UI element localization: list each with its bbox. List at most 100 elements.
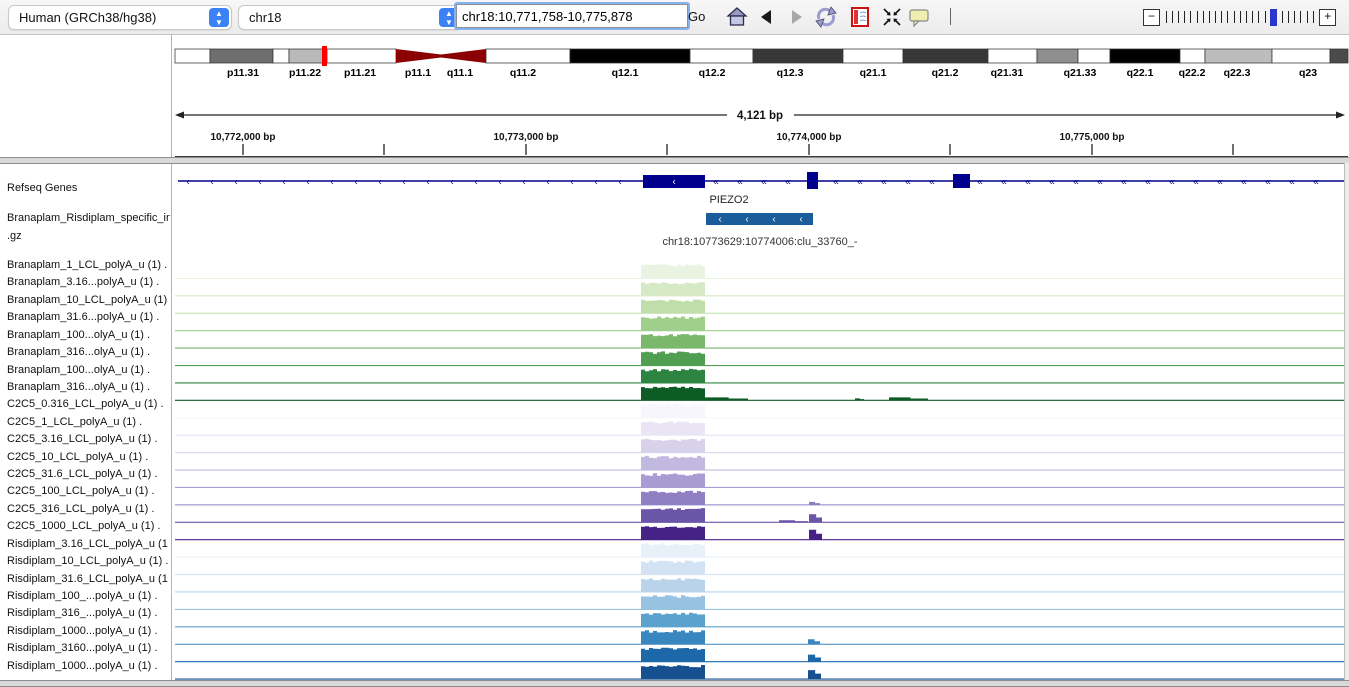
- coverage-peak[interactable]: [641, 526, 705, 540]
- zoom-tick[interactable]: [1313, 11, 1314, 23]
- zoom-tick[interactable]: [1184, 11, 1185, 23]
- track-name-label[interactable]: Risdiplam_100_...polyA_u (1) .: [7, 590, 157, 602]
- genome-select[interactable]: Human (GRCh38/hg38) ▲▼: [8, 5, 232, 30]
- zoom-tick[interactable]: [1190, 11, 1191, 23]
- track-name-label[interactable]: Risdiplam_1000...polyA_u (1) .: [7, 625, 157, 637]
- track-name-label[interactable]: Branaplam_1_LCL_polyA_u (1) .: [7, 259, 167, 271]
- coverage-peak[interactable]: [641, 561, 705, 575]
- cytoband[interactable]: [1078, 49, 1110, 63]
- zoom-slider-thumb[interactable]: [1270, 9, 1277, 26]
- track-name-label[interactable]: C2C5_1000_LCL_polyA_u (1) .: [7, 520, 161, 532]
- track-name-label[interactable]: Refseq Genes: [7, 182, 77, 194]
- coverage-peak[interactable]: [641, 491, 705, 505]
- coverage-peak[interactable]: [641, 473, 705, 487]
- zoom-tick[interactable]: [1300, 11, 1301, 23]
- cytoband[interactable]: [289, 49, 323, 63]
- cytoband[interactable]: [570, 49, 690, 63]
- cytoband[interactable]: [486, 49, 570, 63]
- cytoband[interactable]: [175, 49, 210, 63]
- zoom-tick[interactable]: [1294, 11, 1295, 23]
- gene-name-label[interactable]: PIEZO2: [709, 194, 748, 206]
- chromosome-select[interactable]: chr18 ▲▼: [238, 5, 462, 30]
- intron-cluster-label[interactable]: chr18:10773629:10774006:clu_33760_-: [662, 236, 857, 248]
- coverage-peak-minor[interactable]: [809, 502, 820, 505]
- coverage-peak-minor[interactable]: [808, 655, 821, 662]
- cytoband[interactable]: [1330, 49, 1348, 63]
- coverage-peak[interactable]: [641, 665, 705, 679]
- track-name-label[interactable]: Risdiplam_1000...polyA_u (1) .: [7, 660, 157, 672]
- track-name-label[interactable]: Branaplam_3.16...polyA_u (1) .: [7, 276, 159, 288]
- zoom-tick[interactable]: [1282, 11, 1283, 23]
- coverage-peak[interactable]: [641, 282, 705, 296]
- zoom-out-button[interactable]: −: [1143, 9, 1160, 26]
- coverage-peak[interactable]: [641, 317, 705, 331]
- track-name-label[interactable]: Risdiplam_3160...polyA_u (1) .: [7, 642, 157, 654]
- fit-region-icon[interactable]: [881, 6, 903, 28]
- coverage-peak[interactable]: [641, 543, 705, 557]
- zoom-tick[interactable]: [1252, 11, 1253, 23]
- coverage-peak[interactable]: [641, 613, 705, 627]
- track-name-label[interactable]: Branaplam_31.6...polyA_u (1) .: [7, 311, 159, 323]
- coverage-peak-minor[interactable]: [855, 398, 864, 400]
- cytoband[interactable]: [753, 49, 843, 63]
- track-name-label[interactable]: C2C5_100_LCL_polyA_u (1) .: [7, 485, 154, 497]
- coverage-peak-minor[interactable]: [779, 520, 808, 522]
- track-name-label[interactable]: C2C5_0.316_LCL_polyA_u (1) .: [7, 398, 164, 410]
- track-name-label[interactable]: Branaplam_316...olyA_u (1) .: [7, 346, 150, 358]
- zoom-tick[interactable]: [1246, 11, 1247, 23]
- cytoband[interactable]: [1272, 49, 1330, 63]
- cytoband[interactable]: [1110, 49, 1180, 63]
- coverage-peak[interactable]: [641, 421, 705, 435]
- track-name-label[interactable]: Branaplam_100...olyA_u (1) .: [7, 329, 150, 341]
- coverage-peak-minor[interactable]: [808, 670, 821, 679]
- zoom-tick[interactable]: [1221, 11, 1222, 23]
- go-button[interactable]: Go: [688, 9, 705, 24]
- coverage-peak[interactable]: [641, 648, 705, 662]
- zoom-tick[interactable]: [1197, 11, 1198, 23]
- track-data-panel[interactable]: ‹‹‹‹‹‹‹‹‹‹‹‹‹‹‹‹‹‹‹«««««««««««««««««««««…: [173, 162, 1344, 680]
- cytoband[interactable]: [843, 49, 903, 63]
- coverage-peak-minor[interactable]: [705, 397, 748, 400]
- track-name-label[interactable]: Risdiplam_3.16_LCL_polyA_u (1: [7, 538, 168, 550]
- forward-arrow-icon[interactable]: [785, 6, 807, 28]
- back-arrow-icon[interactable]: [756, 6, 778, 28]
- coverage-peak[interactable]: [641, 595, 705, 609]
- zoom-tick[interactable]: [1288, 11, 1289, 23]
- track-name-label[interactable]: Risdiplam_10_LCL_polyA_u (1) .: [7, 555, 168, 567]
- comment-bubble-icon[interactable]: [908, 6, 930, 28]
- zoom-tick[interactable]: [1307, 11, 1308, 23]
- coverage-peak[interactable]: [641, 439, 705, 453]
- zoom-tick[interactable]: [1166, 11, 1167, 23]
- coverage-peak-minor[interactable]: [809, 530, 822, 540]
- snapshot-window-icon[interactable]: [849, 6, 871, 28]
- track-name-label[interactable]: .gz: [7, 230, 22, 242]
- zoom-tick[interactable]: [1209, 11, 1210, 23]
- horizontal-splitter[interactable]: [0, 680, 1349, 687]
- cytoband[interactable]: [988, 49, 1037, 63]
- scrollbar-strip[interactable]: [1344, 163, 1349, 680]
- coverage-peak[interactable]: [641, 387, 705, 401]
- zoom-tick[interactable]: [1258, 11, 1259, 23]
- zoom-tick[interactable]: [1215, 11, 1216, 23]
- zoom-tick[interactable]: [1265, 11, 1266, 23]
- refseq-exon[interactable]: [953, 174, 970, 188]
- track-name-label[interactable]: Branaplam_316...olyA_u (1) .: [7, 381, 150, 393]
- zoom-tick[interactable]: [1178, 11, 1179, 23]
- ideogram-and-ruler-panel[interactable]: p11.31p11.22p11.21p11.1q11.1q11.2q12.1q1…: [0, 34, 1349, 162]
- zoom-in-button[interactable]: +: [1319, 9, 1336, 26]
- track-name-label[interactable]: Risdiplam_31.6_LCL_polyA_u (1: [7, 573, 168, 585]
- coverage-peak[interactable]: [641, 578, 705, 592]
- refseq-exon[interactable]: [807, 172, 818, 189]
- coverage-peak[interactable]: [641, 351, 705, 365]
- cytoband[interactable]: [690, 49, 753, 63]
- coverage-peak-minor[interactable]: [808, 639, 820, 644]
- track-name-label[interactable]: C2C5_1_LCL_polyA_u (1) .: [7, 416, 142, 428]
- coverage-peak[interactable]: [641, 508, 705, 522]
- coverage-peak[interactable]: [641, 369, 705, 383]
- track-name-label[interactable]: C2C5_10_LCL_polyA_u (1) .: [7, 451, 148, 463]
- coverage-peak[interactable]: [641, 264, 705, 278]
- cytoband[interactable]: [1037, 49, 1078, 63]
- cytoband[interactable]: [327, 49, 396, 63]
- cytoband[interactable]: [210, 49, 273, 63]
- coverage-peak-minor[interactable]: [809, 514, 822, 522]
